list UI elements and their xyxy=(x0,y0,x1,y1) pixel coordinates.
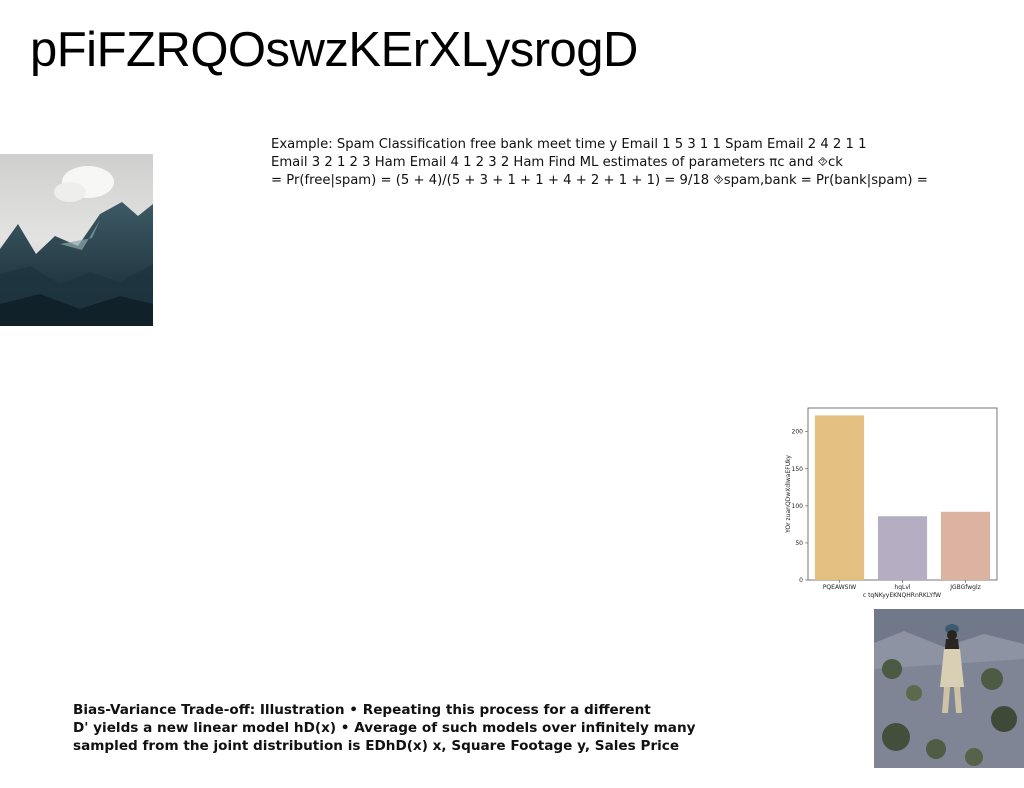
paragraph-line: Bias-Variance Trade-off: Illustration • … xyxy=(73,702,651,718)
bar xyxy=(940,511,991,580)
hiker-photo xyxy=(874,609,1024,768)
paragraph-line: D' yields a new linear model hD(x) • Ave… xyxy=(73,720,696,736)
bar-chart: 0 50 100 150 200 PQEAWSIW hqLvl JGBGfwglz c tq… xyxy=(785,407,998,599)
mountain-photo xyxy=(0,154,153,326)
paragraph-line: Example: Spam Classification free bank m… xyxy=(271,137,867,152)
bias-variance-paragraph: Bias-Variance Trade-off: Illustration • … xyxy=(73,701,813,755)
bar xyxy=(814,415,865,580)
y-tick-label: 150 xyxy=(792,466,804,473)
x-axis-label: c tqNKyyEKNQHRnRKLYfW xyxy=(863,592,941,599)
bar xyxy=(877,516,928,580)
y-tick-label: 50 xyxy=(795,540,803,547)
y-tick-label: 200 xyxy=(792,429,804,436)
y-tick-label: 100 xyxy=(792,503,804,510)
y-axis-label: YOr zuanQDwXdIwaEFUky xyxy=(785,455,792,534)
x-tick-label: JGBGfwglz xyxy=(949,584,981,591)
y-tick-label: 0 xyxy=(799,577,803,584)
spam-example-paragraph: Example: Spam Classification free bank m… xyxy=(271,136,961,190)
x-tick-label: PQEAWSIW xyxy=(823,584,856,591)
slide-title: pFiFZRQOswzKErXLysrogD xyxy=(30,23,638,77)
paragraph-line: = Pr(free|spam) = (5 + 4)/(5 + 3 + 1 + 1… xyxy=(271,173,928,188)
x-tick-label: hqLvl xyxy=(894,584,911,591)
paragraph-line: sampled from the joint distribution is E… xyxy=(73,738,680,754)
paragraph-line: Email 3 2 1 2 3 Ham Email 4 1 2 3 2 Ham … xyxy=(271,155,843,170)
